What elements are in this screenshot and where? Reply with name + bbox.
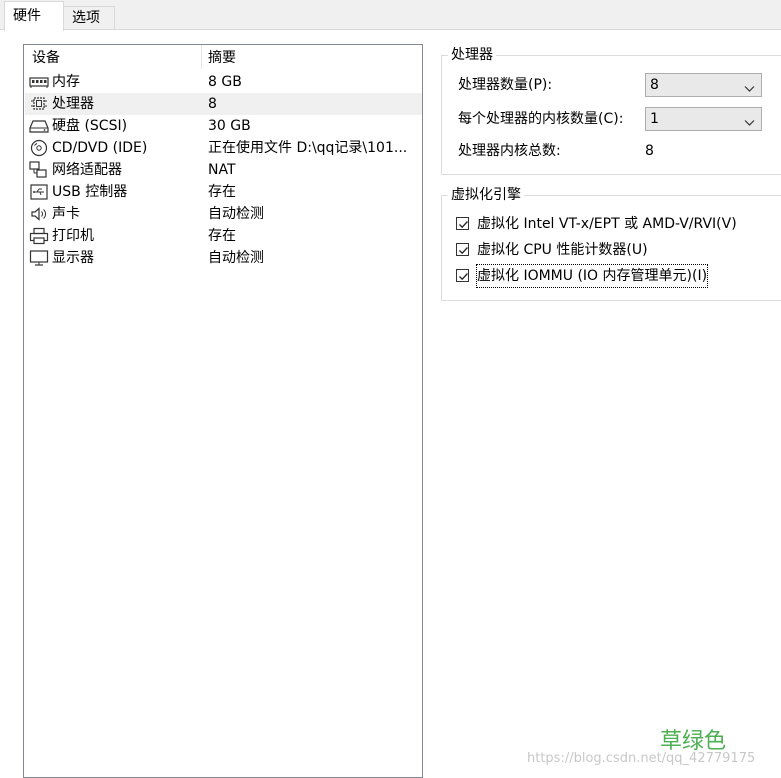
device-summary: 正在使用文件 D:\qq记录\101...	[208, 140, 408, 156]
memory-icon	[29, 73, 49, 91]
virtualization-group-title: 虚拟化引擎	[448, 185, 524, 205]
processor-group: 处理器 处理器数量(P): 8 每个处理器的内核数量(C): 1 处理器内核总数…	[441, 45, 781, 175]
chevron-down-icon	[744, 115, 755, 126]
watermark-brand: 草绿色	[660, 729, 727, 754]
device-name: CD/DVD (IDE)	[52, 140, 148, 156]
usb-icon	[29, 183, 49, 201]
vt-x-ept-label[interactable]: 虚拟化 Intel VT-x/EPT 或 AMD-V/RVI(V)	[477, 213, 737, 235]
check-icon	[459, 273, 468, 281]
device-row-processor[interactable]: 处理器 8	[25, 93, 422, 115]
device-summary: NAT	[208, 162, 236, 178]
device-name: 内存	[52, 74, 80, 90]
device-summary: 存在	[208, 228, 236, 244]
device-row-network-adapter[interactable]: 网络适配器 NAT	[25, 159, 422, 181]
processor-count-select[interactable]: 8	[645, 73, 762, 97]
device-list[interactable]: 设备 摘要 内存 8 GB 处理器 8 硬盘 (SCSI) 30 GB CD/D…	[23, 44, 423, 778]
cd-dvd-icon	[29, 139, 49, 157]
vt-x-ept-checkbox[interactable]	[456, 217, 469, 230]
cores-per-processor-select[interactable]: 1	[645, 107, 762, 131]
device-summary: 8 GB	[208, 74, 242, 90]
total-cores-label: 处理器内核总数:	[458, 143, 561, 159]
device-row-cd-dvd[interactable]: CD/DVD (IDE) 正在使用文件 D:\qq记录\101...	[25, 137, 422, 159]
tab-hardware-label: 硬件	[13, 8, 41, 24]
device-row-memory[interactable]: 内存 8 GB	[25, 71, 422, 93]
printer-icon	[29, 227, 49, 245]
processor-count-label: 处理器数量(P):	[458, 77, 553, 93]
processor-count-value: 8	[650, 77, 659, 93]
hard-disk-icon	[29, 117, 49, 135]
cores-per-processor-label: 每个处理器的内核数量(C):	[458, 111, 624, 127]
tab-bar: 选项 硬件	[0, 0, 781, 31]
network-adapter-icon	[29, 161, 49, 179]
processor-icon	[29, 95, 49, 113]
device-name: 网络适配器	[52, 162, 122, 178]
device-name: 显示器	[52, 250, 94, 266]
chevron-down-icon	[744, 81, 755, 92]
device-summary: 自动检测	[208, 206, 264, 222]
iommu-label[interactable]: 虚拟化 IOMMU (IO 内存管理单元)(I)	[475, 264, 709, 288]
device-row-sound-card[interactable]: 声卡 自动检测	[25, 203, 422, 225]
column-header-summary[interactable]: 摘要	[201, 45, 236, 69]
device-summary: 8	[208, 96, 217, 112]
device-row-printer[interactable]: 打印机 存在	[25, 225, 422, 247]
device-name: 打印机	[52, 228, 94, 244]
device-name: 处理器	[52, 96, 94, 112]
device-name: 声卡	[52, 206, 80, 222]
column-header-device[interactable]: 设备	[32, 45, 60, 69]
check-icon	[459, 247, 468, 255]
device-summary: 存在	[208, 184, 236, 200]
cores-per-processor-value: 1	[650, 111, 659, 127]
total-cores-value: 8	[645, 143, 654, 159]
tab-hardware[interactable]: 硬件	[4, 1, 64, 31]
device-name: 硬盘 (SCSI)	[52, 118, 128, 134]
speaker-icon	[29, 205, 49, 223]
device-list-header: 设备 摘要	[24, 45, 422, 69]
device-row-usb[interactable]: USB 控制器 存在	[25, 181, 422, 203]
cpu-perf-counters-checkbox[interactable]	[456, 243, 469, 256]
monitor-icon	[29, 249, 49, 267]
tab-options[interactable]: 选项	[63, 6, 115, 29]
check-icon	[459, 221, 468, 229]
iommu-checkbox[interactable]	[456, 269, 469, 282]
device-name: USB 控制器	[52, 184, 128, 200]
cpu-perf-counters-label[interactable]: 虚拟化 CPU 性能计数器(U)	[477, 239, 648, 261]
processor-group-title: 处理器	[448, 45, 496, 65]
device-row-hard-disk[interactable]: 硬盘 (SCSI) 30 GB	[25, 115, 422, 137]
device-summary: 自动检测	[208, 250, 264, 266]
device-row-display[interactable]: 显示器 自动检测	[25, 247, 422, 269]
virtualization-engine-group: 虚拟化引擎 虚拟化 Intel VT-x/EPT 或 AMD-V/RVI(V) …	[441, 185, 781, 301]
device-summary: 30 GB	[208, 118, 251, 134]
tab-options-label: 选项	[72, 10, 100, 26]
